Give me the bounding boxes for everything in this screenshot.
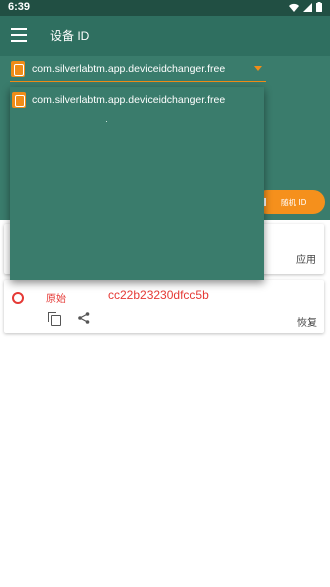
dropdown-item[interactable]: com.silverlabtm.app.deviceidchanger.free — [10, 87, 264, 115]
phone-icon — [12, 92, 26, 108]
apply-button[interactable]: 应用 — [296, 251, 316, 266]
random-id-button[interactable]: 随机 ID — [255, 190, 325, 214]
random-id-label: 随机 ID — [281, 198, 307, 207]
original-id-value: cc22b23230dfcc5b — [108, 288, 209, 302]
spinner-selected-text: com.silverlabtm.app.deviceidchanger.free — [32, 63, 226, 75]
screen: 6:39 设备 ID com.silverlabtm.app.deviceidc… — [0, 0, 330, 587]
share-icon[interactable] — [78, 312, 90, 324]
phone-icon — [11, 61, 25, 77]
package-spinner[interactable]: com.silverlabtm.app.deviceidchanger.free — [10, 60, 266, 82]
status-time: 6:39 — [8, 1, 31, 13]
status-bar: 6:39 — [0, 0, 330, 16]
dropdown-item-label: com.silverlabtm.app.deviceidchanger.free — [32, 94, 226, 106]
chevron-down-icon — [254, 66, 262, 71]
page-title: 设备 ID — [50, 29, 90, 43]
hamburger-icon[interactable] — [11, 28, 27, 42]
app-toolbar: 设备 ID — [0, 16, 330, 56]
signal-icon — [303, 2, 312, 12]
spinner-underline — [10, 81, 266, 82]
original-id-card: 原始 cc22b23230dfcc5b 恢复 — [4, 280, 324, 333]
original-radio[interactable] — [12, 292, 24, 304]
restore-button[interactable]: 恢复 — [297, 314, 317, 329]
status-icons — [289, 2, 322, 12]
wifi-icon — [289, 3, 299, 12]
dropdown-dot — [106, 121, 107, 122]
spinner-dropdown: com.silverlabtm.app.deviceidchanger.free — [10, 87, 264, 280]
battery-icon — [316, 2, 322, 12]
original-label: 原始 — [46, 294, 66, 305]
copy-icon[interactable] — [48, 312, 61, 326]
